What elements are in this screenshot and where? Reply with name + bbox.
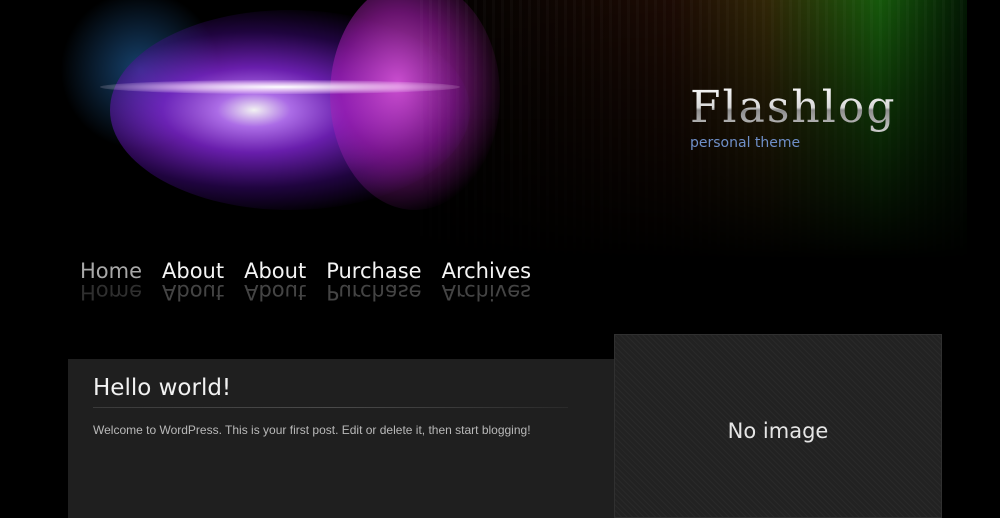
main-navigation: Home Home About About About About Purcha…: [80, 256, 531, 304]
no-image-placeholder: No image: [727, 419, 829, 443]
right-edge: [967, 0, 1000, 518]
nav-item-reflection: About: [162, 280, 225, 304]
nav-item-purchase[interactable]: Purchase Purchase: [326, 256, 421, 304]
site-tagline: personal theme: [690, 135, 801, 151]
nav-item-reflection: Purchase: [326, 280, 422, 304]
nav-item-about-2[interactable]: About About: [244, 256, 306, 304]
nav-item-home[interactable]: Home Home: [80, 256, 142, 304]
post-divider: [93, 407, 568, 408]
post-title[interactable]: Hello world!: [93, 375, 231, 401]
post-card: Hello world! Welcome to WordPress. This …: [68, 359, 614, 518]
header-light-streak: [100, 80, 460, 94]
featured-image-box[interactable]: No image: [614, 334, 942, 518]
nav-item-reflection: Archives: [441, 280, 532, 304]
nav-item-reflection: About: [244, 280, 307, 304]
post-excerpt: Welcome to WordPress. This is your first…: [93, 423, 531, 437]
nav-item-reflection: Home: [80, 280, 143, 304]
nav-item-about[interactable]: About About: [162, 256, 224, 304]
nav-item-archives[interactable]: Archives Archives: [442, 256, 532, 304]
site-title[interactable]: Flashlog: [690, 82, 896, 133]
